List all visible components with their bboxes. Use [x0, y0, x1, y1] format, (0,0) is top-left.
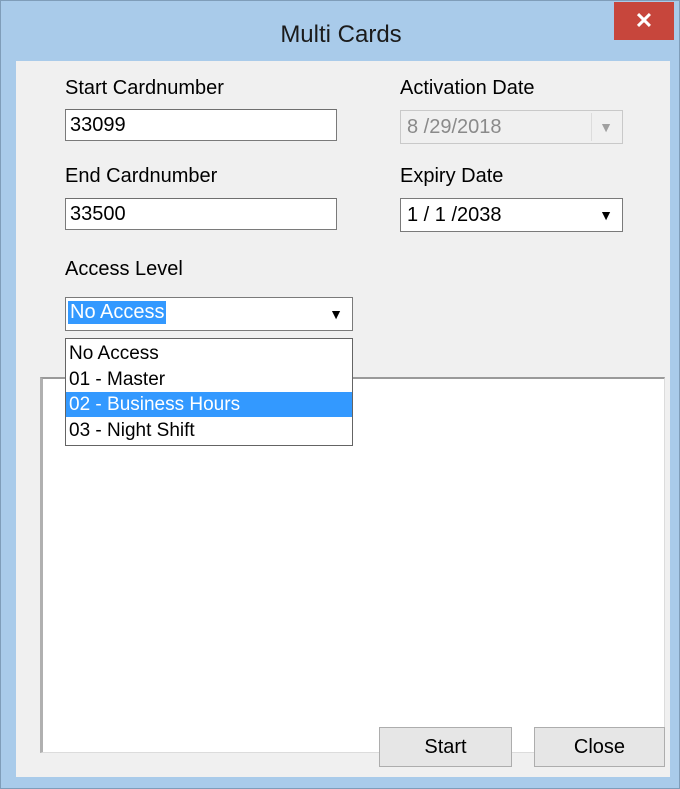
close-button[interactable]: Close: [534, 727, 665, 767]
end-cardnumber-label: End Cardnumber: [65, 165, 218, 187]
window-title: Multi Cards: [280, 21, 402, 48]
close-icon: ✕: [634, 8, 654, 33]
expiry-date-picker[interactable]: 1 / 1 /2038 ▼: [400, 198, 623, 232]
chevron-down-icon: ▼: [591, 113, 620, 141]
option-night-shift[interactable]: 03 - Night Shift: [66, 418, 352, 443]
title-bar[interactable]: Multi Cards ✕: [1, 1, 680, 61]
end-cardnumber-input[interactable]: 33500: [65, 198, 337, 230]
close-window-button[interactable]: ✕: [614, 2, 674, 40]
option-no-access[interactable]: No Access: [66, 341, 352, 366]
activation-date-picker: 8 /29/2018 ▼: [400, 110, 623, 144]
access-level-value: No Access: [68, 301, 167, 324]
option-master[interactable]: 01 - Master: [66, 367, 352, 392]
chevron-down-icon[interactable]: ▼: [322, 300, 350, 328]
option-business-hours[interactable]: 02 - Business Hours: [66, 392, 352, 417]
expiry-date-value: 1 / 1 /2038: [407, 204, 502, 226]
access-level-select[interactable]: No Access ▼: [65, 297, 353, 331]
activation-date-value: 8 /29/2018: [407, 116, 502, 138]
start-button[interactable]: Start: [379, 727, 512, 767]
start-cardnumber-label: Start Cardnumber: [65, 77, 224, 99]
expiry-date-label: Expiry Date: [400, 165, 504, 187]
chevron-down-icon[interactable]: ▼: [592, 201, 620, 229]
access-level-dropdown[interactable]: No Access 01 - Master 02 - Business Hour…: [65, 338, 353, 446]
activation-date-label: Activation Date: [400, 77, 535, 99]
multi-cards-window: Multi Cards ✕ Start Cardnumber 33099 Act…: [0, 0, 680, 789]
access-level-label: Access Level: [65, 258, 183, 280]
start-cardnumber-input[interactable]: 33099: [65, 109, 337, 141]
